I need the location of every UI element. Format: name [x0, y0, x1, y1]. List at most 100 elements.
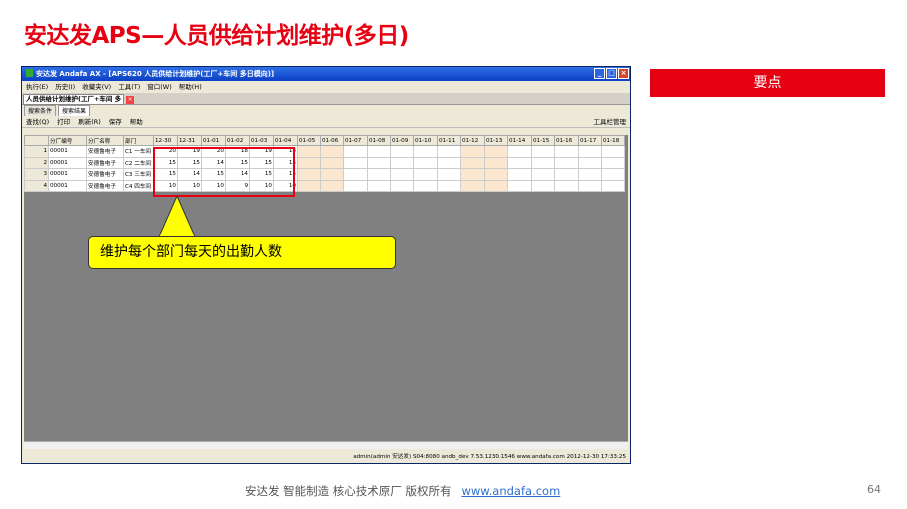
factory-code-cell[interactable]: 00001 — [48, 145, 87, 158]
row-number[interactable]: 1 — [24, 145, 49, 158]
tab-search-results[interactable]: 搜索结果 — [58, 105, 91, 116]
headcount-cell[interactable] — [601, 145, 625, 158]
column-header[interactable]: 01-11 — [437, 135, 461, 146]
row-number[interactable]: 4 — [24, 179, 49, 192]
headcount-cell[interactable] — [343, 179, 368, 192]
menu-execute[interactable]: 执行(E) — [26, 81, 48, 93]
headcount-cell[interactable] — [460, 168, 485, 181]
close-icon[interactable]: × — [126, 96, 135, 104]
department-cell[interactable]: C2 二车间 — [123, 156, 154, 169]
headcount-cell[interactable] — [320, 156, 344, 169]
department-cell[interactable]: C4 四车间 — [123, 179, 154, 192]
headcount-cell[interactable] — [460, 156, 485, 169]
column-header[interactable]: 分厂名称 — [86, 135, 124, 146]
factory-code-cell[interactable]: 00001 — [48, 156, 87, 169]
headcount-cell[interactable] — [531, 156, 555, 169]
headcount-cell[interactable] — [297, 156, 321, 169]
close-button[interactable]: × — [618, 68, 629, 79]
column-header[interactable]: 部门 — [123, 135, 154, 146]
column-header[interactable]: 01-02 — [225, 135, 250, 146]
headcount-cell[interactable] — [390, 179, 414, 192]
factory-name-cell[interactable]: 安德鲁电子 — [86, 156, 124, 169]
headcount-cell[interactable] — [437, 179, 461, 192]
headcount-cell[interactable] — [554, 145, 579, 158]
headcount-cell[interactable] — [297, 145, 321, 158]
headcount-cell[interactable] — [578, 156, 602, 169]
headcount-cell[interactable] — [367, 168, 391, 181]
headcount-cell[interactable] — [531, 145, 555, 158]
column-header[interactable]: 01-09 — [390, 135, 414, 146]
headcount-cell[interactable] — [437, 168, 461, 181]
headcount-cell[interactable] — [578, 145, 602, 158]
headcount-cell[interactable] — [507, 179, 532, 192]
factory-name-cell[interactable]: 安德鲁电子 — [86, 168, 124, 181]
headcount-cell[interactable] — [297, 179, 321, 192]
headcount-cell[interactable] — [390, 168, 414, 181]
headcount-cell[interactable] — [367, 156, 391, 169]
headcount-cell[interactable] — [601, 179, 625, 192]
headcount-cell[interactable] — [460, 179, 485, 192]
headcount-cell[interactable] — [484, 145, 508, 158]
column-header[interactable]: 01-18 — [601, 135, 625, 146]
print-button[interactable]: 打印 — [57, 116, 70, 127]
headcount-cell[interactable] — [413, 168, 438, 181]
headcount-cell[interactable] — [601, 168, 625, 181]
headcount-cell[interactable] — [413, 145, 438, 158]
footer-link[interactable]: www.andafa.com — [461, 484, 560, 498]
headcount-cell[interactable] — [578, 179, 602, 192]
menu-history[interactable]: 历史(I) — [55, 81, 75, 93]
headcount-cell[interactable] — [484, 168, 508, 181]
horizontal-scrollbar[interactable] — [24, 441, 628, 449]
column-header[interactable]: 01-16 — [554, 135, 579, 146]
column-header[interactable]: 01-05 — [297, 135, 321, 146]
headcount-cell[interactable] — [460, 145, 485, 158]
column-header[interactable]: 12-31 — [177, 135, 202, 146]
column-header[interactable]: 01-17 — [578, 135, 602, 146]
table-row[interactable]: 4 00001 安德鲁电子 C4 四车间 10 10 10 9 10 10 — [24, 179, 625, 192]
headcount-cell[interactable] — [297, 168, 321, 181]
factory-code-cell[interactable]: 00001 — [48, 179, 87, 192]
query-button[interactable]: 查找(Q) — [26, 116, 49, 127]
document-tab[interactable]: 人员供给计划维护(工厂+车间 多 — [23, 94, 125, 105]
factory-code-cell[interactable]: 00001 — [48, 168, 87, 181]
headcount-cell[interactable] — [367, 145, 391, 158]
column-header[interactable]: 01-04 — [273, 135, 298, 146]
headcount-cell[interactable] — [343, 168, 368, 181]
headcount-cell[interactable] — [437, 145, 461, 158]
menu-favorites[interactable]: 收藏夹(V) — [82, 81, 111, 93]
headcount-cell[interactable] — [343, 156, 368, 169]
headcount-cell[interactable] — [531, 168, 555, 181]
headcount-cell[interactable] — [484, 179, 508, 192]
row-number[interactable]: 3 — [24, 168, 49, 181]
headcount-cell[interactable] — [578, 168, 602, 181]
headcount-cell[interactable] — [507, 145, 532, 158]
headcount-cell[interactable] — [413, 179, 438, 192]
column-header[interactable]: 01-15 — [531, 135, 555, 146]
headcount-cell[interactable] — [507, 156, 532, 169]
column-header[interactable]: 12-30 — [153, 135, 178, 146]
column-header[interactable]: 01-08 — [367, 135, 391, 146]
menu-tools[interactable]: 工具(T) — [118, 81, 140, 93]
save-button[interactable]: 保存 — [109, 116, 122, 127]
column-header[interactable]: 01-13 — [484, 135, 508, 146]
department-cell[interactable]: C3 三车间 — [123, 168, 154, 181]
maximize-button[interactable]: □ — [606, 68, 617, 79]
column-header[interactable]: 01-14 — [507, 135, 532, 146]
headcount-cell[interactable] — [484, 156, 508, 169]
headcount-cell[interactable] — [554, 156, 579, 169]
table-row[interactable]: 3 00001 安德鲁电子 C3 三车间 15 14 15 14 15 15 — [24, 168, 625, 181]
headcount-cell[interactable] — [390, 156, 414, 169]
headcount-cell[interactable] — [320, 179, 344, 192]
headcount-cell[interactable] — [367, 179, 391, 192]
menu-window[interactable]: 窗口(W) — [147, 81, 172, 93]
column-header[interactable]: 01-12 — [460, 135, 485, 146]
headcount-cell[interactable] — [343, 145, 368, 158]
headcount-cell[interactable] — [320, 168, 344, 181]
headcount-cell[interactable] — [413, 156, 438, 169]
help-button[interactable]: 帮助 — [130, 116, 143, 127]
headcount-cell[interactable] — [507, 168, 532, 181]
table-row[interactable]: 1 00001 安德鲁电子 C1 一车间 20 19 20 18 19 18 — [24, 145, 625, 158]
menu-help[interactable]: 帮助(H) — [179, 81, 202, 93]
column-header[interactable]: 01-10 — [413, 135, 438, 146]
row-number[interactable]: 2 — [24, 156, 49, 169]
